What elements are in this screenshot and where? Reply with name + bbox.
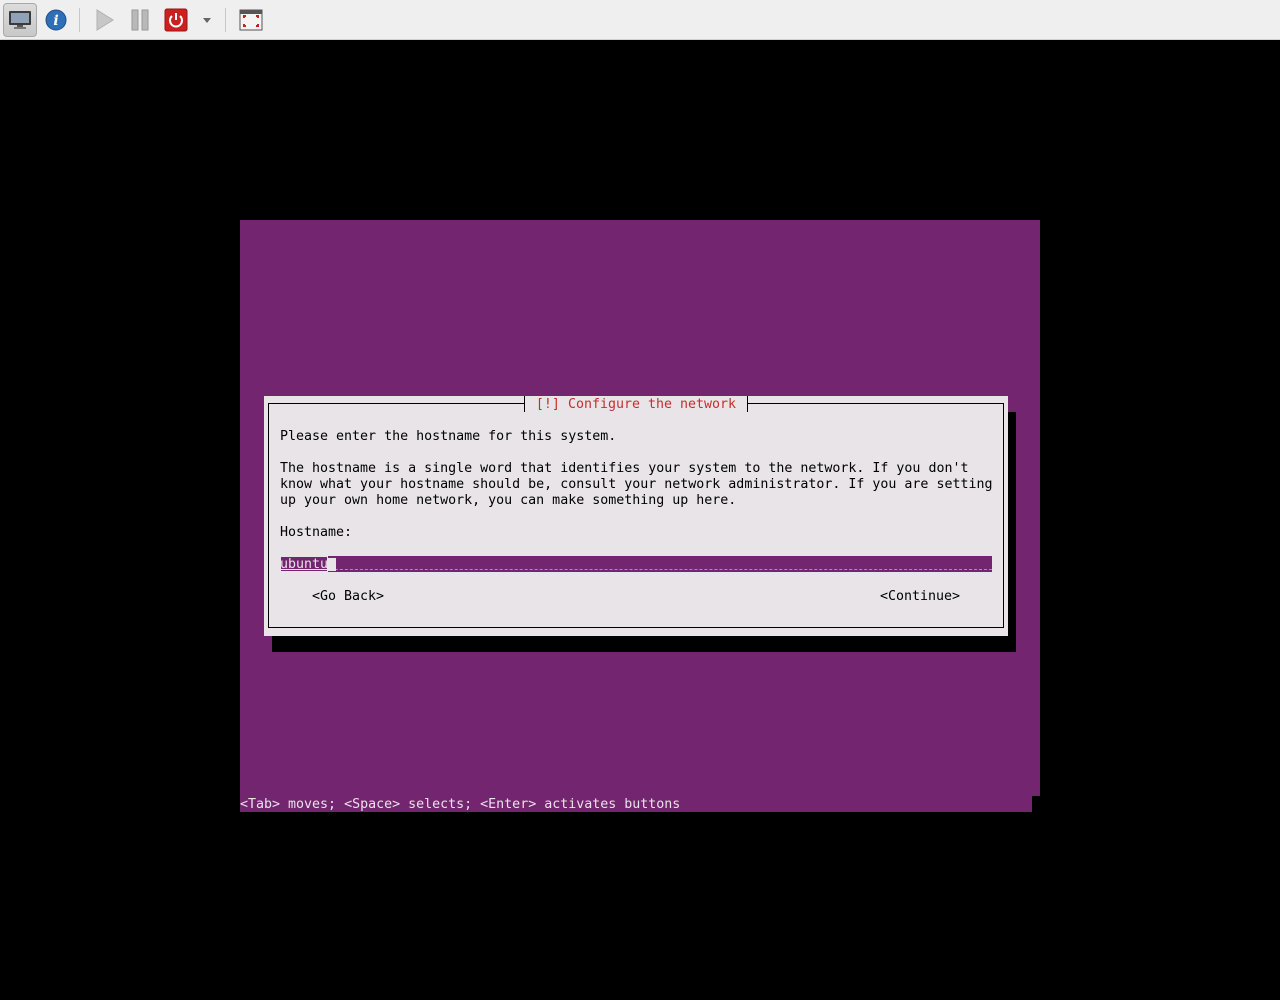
display-icon <box>9 11 31 29</box>
play-icon <box>96 9 114 31</box>
vm-toolbar: i <box>0 0 1280 40</box>
hostname-input-value: ubuntu <box>280 557 329 572</box>
power-options-dropdown[interactable] <box>198 3 216 37</box>
dropdown-arrow-icon <box>203 18 211 23</box>
info-button[interactable]: i <box>42 3 70 37</box>
power-icon <box>164 8 188 32</box>
fullscreen-icon <box>239 9 263 31</box>
keyboard-help-status-bar: <Tab> moves; <Space> selects; <Enter> ac… <box>240 797 681 812</box>
description-line-2: know what your hostname should be, consu… <box>280 477 993 492</box>
pause-icon <box>131 9 149 31</box>
fullscreen-button[interactable] <box>236 3 266 37</box>
svg-text:i: i <box>53 13 58 29</box>
hostname-label: Hostname: <box>280 525 353 540</box>
hostname-prompt: Please enter the hostname for this syste… <box>280 429 617 444</box>
description-line-3: up your own home network, you can make s… <box>280 493 737 508</box>
description-line-1: The hostname is a single word that ident… <box>280 461 969 476</box>
text-cursor <box>328 558 336 571</box>
go-back-button[interactable]: <Go Back> <box>312 589 384 605</box>
info-icon: i <box>45 9 67 31</box>
pause-button[interactable] <box>126 3 154 37</box>
dialog-title: [!] Configure the network <box>524 396 748 412</box>
hostname-input[interactable]: ubuntu <box>280 556 992 572</box>
power-button[interactable] <box>162 3 190 37</box>
play-button[interactable] <box>90 3 118 37</box>
continue-button[interactable]: <Continue> <box>880 589 960 605</box>
display-button[interactable] <box>3 3 37 37</box>
